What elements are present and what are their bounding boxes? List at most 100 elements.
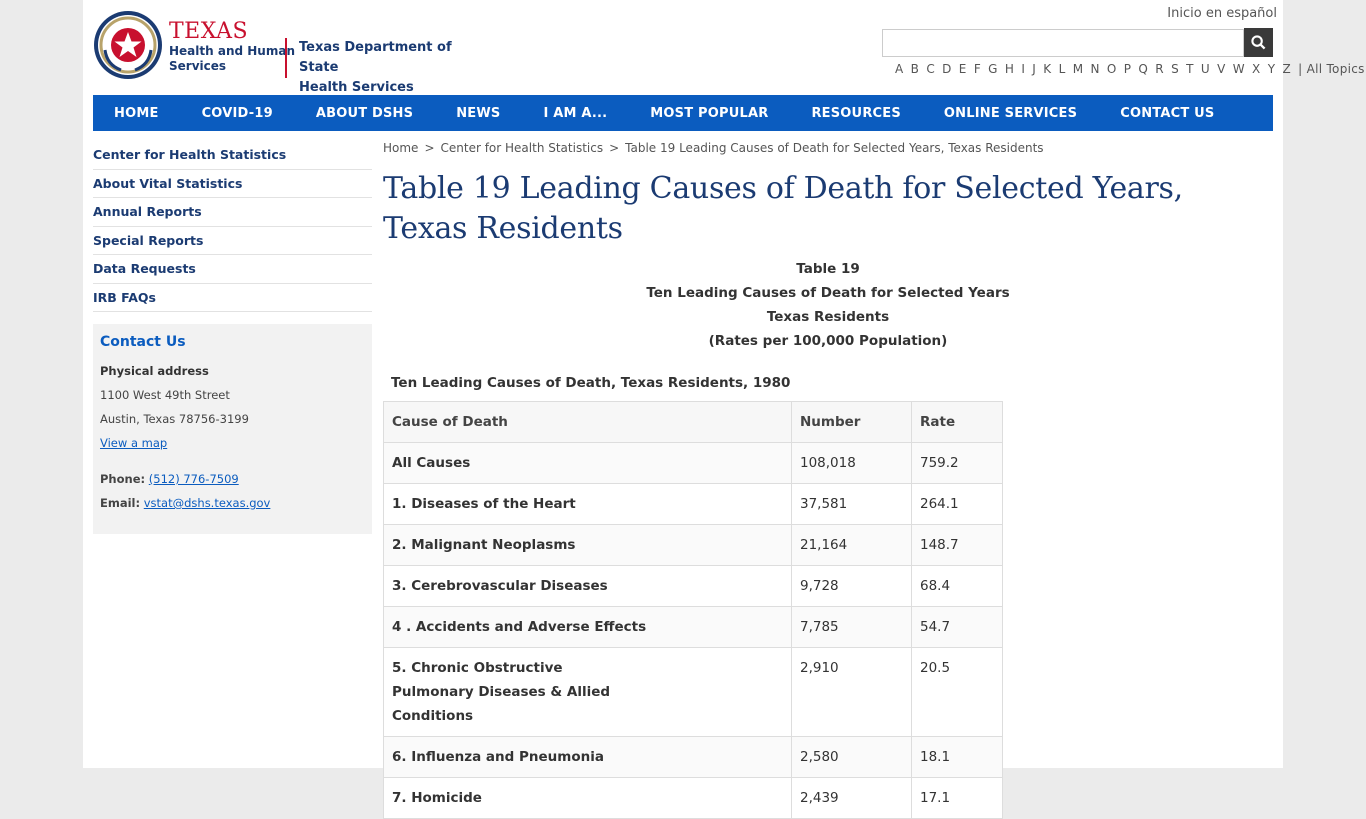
breadcrumb-current: Table 19 Leading Causes of Death for Sel… [625, 141, 1044, 155]
phone-label: Phone: [100, 472, 146, 486]
az-letter[interactable]: O [1107, 62, 1117, 76]
breadcrumb-separator: > [609, 141, 620, 155]
table-row: 5. Chronic Obstructive Pulmonary Disease… [383, 647, 1003, 737]
hhs-logo-link[interactable]: TEXAS Health and Human Services Texas De… [93, 10, 463, 95]
column-header-rate: Rate [911, 401, 1003, 443]
column-header-cause: Cause of Death [383, 401, 792, 443]
az-index: A B C D E F G H I J K L M N O P Q R S T … [895, 62, 1366, 76]
az-letter[interactable]: P [1124, 62, 1132, 76]
address-line2: Austin, Texas 78756-3199 [100, 412, 249, 426]
logo-divider [285, 38, 287, 78]
caption-line1: Table 19 [796, 261, 860, 277]
search-icon [1251, 35, 1266, 50]
nav-item-i-am-a[interactable]: I AM A... [543, 106, 607, 121]
table-row: All Causes 108,018 759.2 [383, 442, 1003, 484]
nav-item-about-dshs[interactable]: ABOUT DSHS [316, 106, 413, 121]
caption-line2: Ten Leading Causes of Death for Selected… [646, 285, 1010, 301]
az-letter[interactable]: F [974, 62, 981, 76]
az-letter[interactable]: L [1059, 62, 1066, 76]
table-caption: Table 19 Ten Leading Causes of Death for… [383, 257, 1273, 353]
cell-cause: 5. Chronic Obstructive Pulmonary Disease… [383, 647, 792, 737]
texas-seal-icon [94, 11, 162, 79]
deaths-table-1980: Cause of Death Number Rate All Causes 10… [383, 401, 1003, 819]
cell-rate: 759.2 [911, 442, 1003, 484]
az-letter[interactable]: G [988, 62, 998, 76]
table-row: 1. Diseases of the Heart 37,581 264.1 [383, 483, 1003, 525]
nav-item-home[interactable]: HOME [114, 106, 159, 121]
breadcrumb: Home > Center for Health Statistics > Table … [383, 141, 1273, 163]
sidebar-item-annual-reports[interactable]: Annual Reports [93, 198, 372, 227]
az-letter[interactable]: B [911, 62, 920, 76]
az-letter[interactable]: D [942, 62, 952, 76]
nav-item-news[interactable]: NEWS [456, 106, 500, 121]
cell-number: 2,580 [791, 736, 912, 778]
cell-rate: 148.7 [911, 524, 1003, 566]
sidebar: Center for Health Statistics About Vital… [93, 141, 372, 534]
cell-number: 7,785 [791, 606, 912, 648]
cell-cause: 2. Malignant Neoplasms [383, 524, 792, 566]
search-button[interactable] [1244, 28, 1273, 57]
az-letter[interactable]: R [1155, 62, 1164, 76]
nav-item-resources[interactable]: RESOURCES [811, 106, 900, 121]
nav-item-online-services[interactable]: ONLINE SERVICES [944, 106, 1077, 121]
view-map-link[interactable]: View a map [100, 436, 167, 450]
cell-number: 21,164 [791, 524, 912, 566]
table-row: 4 . Accidents and Adverse Effects 7,785 … [383, 606, 1003, 648]
cell-cause: 1. Diseases of the Heart [383, 483, 792, 525]
az-letter[interactable]: N [1090, 62, 1099, 76]
sidebar-item-center-for-health-statistics[interactable]: Center for Health Statistics [93, 141, 372, 170]
table-row: 6. Influenza and Pneumonia 2,580 18.1 [383, 736, 1003, 778]
az-letter[interactable]: T [1186, 62, 1194, 76]
az-letter[interactable]: E [959, 62, 967, 76]
cell-number: 2,439 [791, 777, 912, 819]
cell-cause: 3. Cerebrovascular Diseases [383, 565, 792, 607]
cell-cause: 6. Influenza and Pneumonia [383, 736, 792, 778]
az-letter[interactable]: J [1032, 62, 1036, 76]
breadcrumb-home[interactable]: Home [383, 141, 418, 155]
cell-cause: 4 . Accidents and Adverse Effects [383, 606, 792, 648]
az-letter[interactable]: H [1005, 62, 1014, 76]
email-link[interactable]: vstat@dshs.texas.gov [144, 496, 271, 510]
cell-number: 2,910 [791, 647, 912, 737]
az-letter[interactable]: V [1217, 62, 1226, 76]
brand-hhs-line2: Services [169, 59, 227, 73]
az-letter[interactable]: S [1171, 62, 1179, 76]
az-all-topics-link[interactable]: | All Topics [1298, 62, 1365, 76]
brand-texas: TEXAS [169, 19, 249, 44]
column-header-number: Number [791, 401, 912, 443]
sidebar-item-about-vital-statistics[interactable]: About Vital Statistics [93, 170, 372, 198]
az-letter[interactable]: C [926, 62, 935, 76]
az-letter[interactable]: Y [1268, 62, 1276, 76]
az-letter[interactable]: I [1021, 62, 1025, 76]
main-content: Home > Center for Health Statistics > Table … [383, 141, 1273, 819]
address-line1: 1100 West 49th Street [100, 388, 230, 402]
az-letter[interactable]: X [1252, 62, 1261, 76]
main-nav: HOME COVID-19 ABOUT DSHS NEWS I AM A... … [93, 95, 1273, 131]
cell-rate: 18.1 [911, 736, 1003, 778]
spanish-home-link[interactable]: Inicio en español [1167, 6, 1277, 21]
az-letter[interactable]: M [1073, 62, 1084, 76]
cell-rate: 68.4 [911, 565, 1003, 607]
table-row: 3. Cerebrovascular Diseases 9,728 68.4 [383, 565, 1003, 607]
address-label: Physical address [100, 364, 209, 378]
nav-item-most-popular[interactable]: MOST POPULAR [650, 106, 768, 121]
az-letter[interactable]: W [1233, 62, 1245, 76]
az-letter[interactable]: Z [1282, 62, 1291, 76]
cell-number: 9,728 [791, 565, 912, 607]
az-letter[interactable]: A [895, 62, 904, 76]
az-letter[interactable]: K [1043, 62, 1051, 76]
sidebar-item-data-requests[interactable]: Data Requests [93, 255, 372, 284]
nav-item-contact-us[interactable]: CONTACT US [1120, 106, 1214, 121]
breadcrumb-section[interactable]: Center for Health Statistics [441, 141, 604, 155]
cell-rate: 17.1 [911, 777, 1003, 819]
az-letter[interactable]: Q [1138, 62, 1148, 76]
cell-rate: 20.5 [911, 647, 1003, 737]
sidebar-item-special-reports[interactable]: Special Reports [93, 227, 372, 255]
phone-link[interactable]: (512) 776-7509 [149, 472, 239, 486]
sidebar-item-irb-faqs[interactable]: IRB FAQs [93, 284, 372, 312]
cell-rate: 264.1 [911, 483, 1003, 525]
search-input[interactable] [882, 29, 1244, 57]
page: TEXAS Health and Human Services Texas De… [83, 0, 1364, 819]
az-letter[interactable]: U [1201, 62, 1210, 76]
nav-item-covid-19[interactable]: COVID-19 [202, 106, 273, 121]
